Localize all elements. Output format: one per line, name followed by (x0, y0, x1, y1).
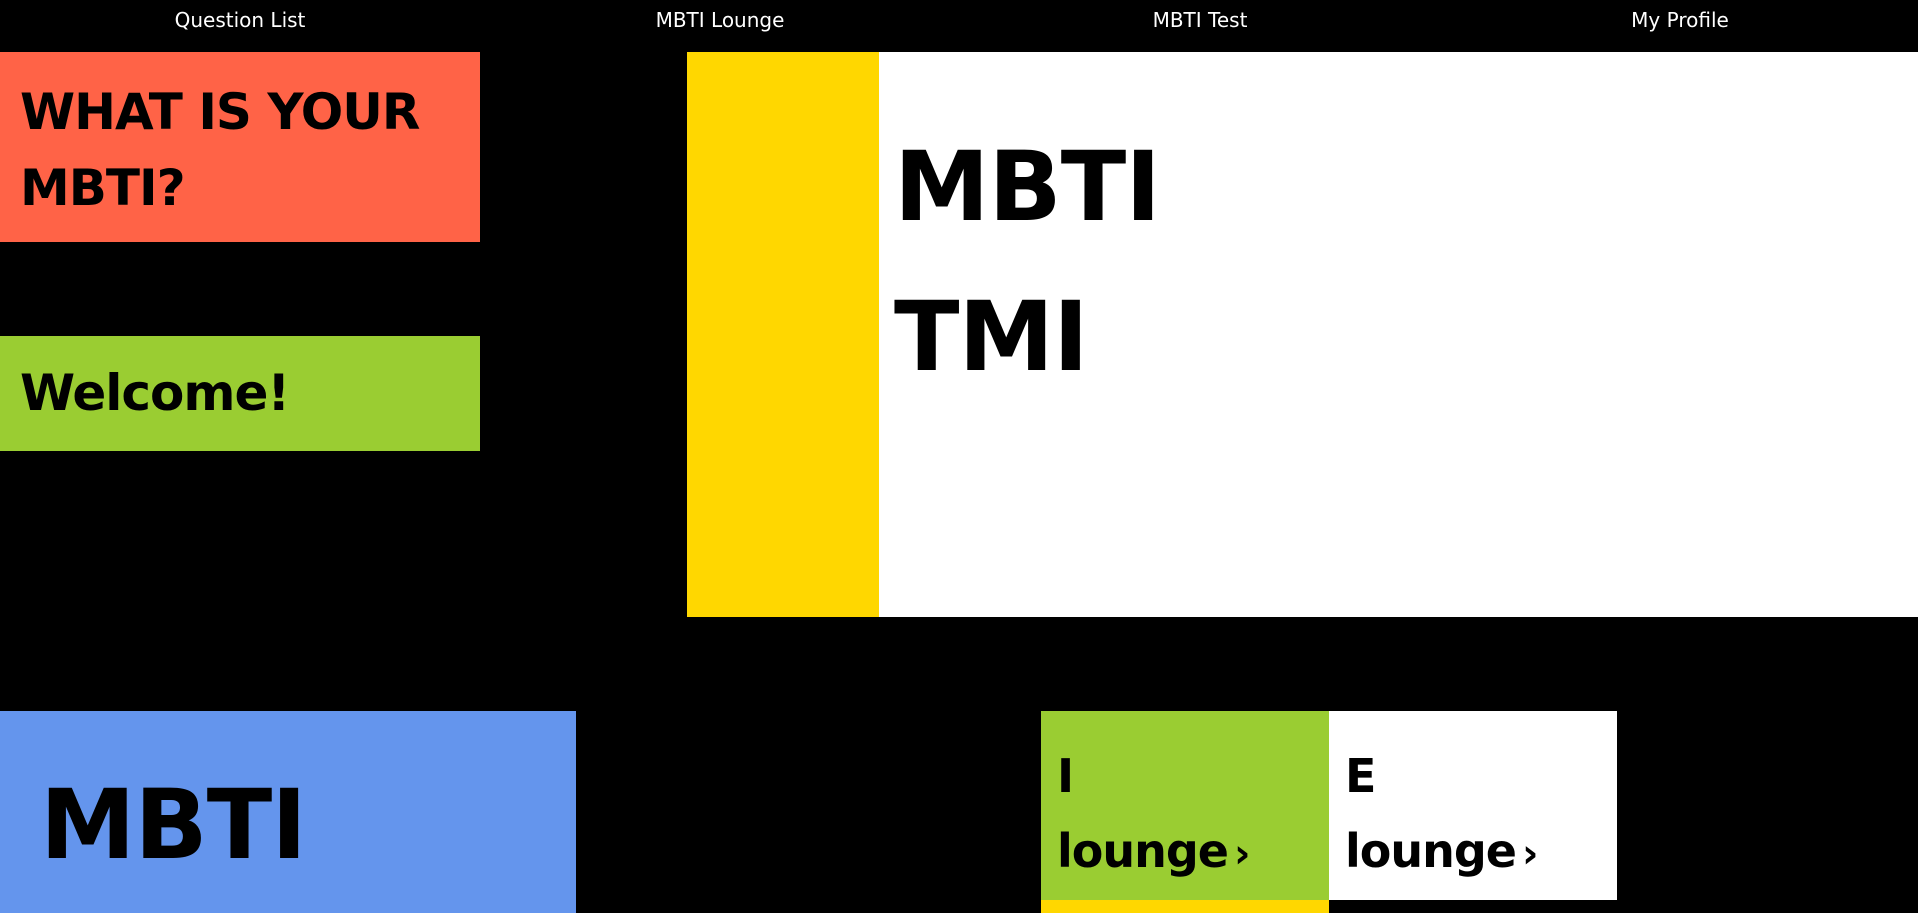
main-banner: MBTI TMI (879, 52, 1918, 617)
chevron-right-icon: › (1522, 831, 1539, 877)
hero-title-block: WHAT IS YOUR MBTI? (0, 52, 480, 242)
main-banner-line1: MBTI (894, 131, 1161, 243)
e-lounge-word: lounge (1345, 824, 1517, 878)
hero-title-line2: MBTI? (20, 159, 186, 217)
top-nav: Question List MBTI Lounge MBTI Test My P… (0, 0, 1918, 52)
nav-mbti-lounge[interactable]: MBTI Lounge (620, 0, 820, 40)
yellow-accent-bar (687, 52, 879, 617)
e-lounge-button[interactable]: E lounge › (1329, 711, 1617, 900)
main-banner-line2: TMI (894, 281, 1089, 393)
i-lounge-letter: I (1057, 749, 1074, 803)
welcome-text: Welcome! (20, 364, 290, 422)
welcome-block: Welcome! (0, 336, 480, 451)
i-lounge-button[interactable]: I lounge › (1041, 711, 1329, 900)
yellow-bottom-strip (1041, 900, 1329, 913)
mbti-block-label: MBTI (40, 769, 307, 881)
nav-my-profile[interactable]: My Profile (1580, 0, 1780, 40)
nav-mbti-test[interactable]: MBTI Test (1100, 0, 1300, 40)
e-lounge-letter: E (1345, 749, 1376, 803)
mbti-block: MBTI (0, 711, 576, 913)
nav-question-list[interactable]: Question List (140, 0, 340, 40)
hero-title-line1: WHAT IS YOUR (20, 83, 420, 141)
i-lounge-word: lounge (1057, 824, 1229, 878)
chevron-right-icon: › (1234, 831, 1251, 877)
